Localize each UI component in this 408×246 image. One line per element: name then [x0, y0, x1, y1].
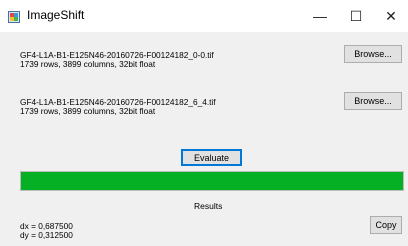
minimize-icon: — — [313, 8, 327, 24]
maximize-icon: ☐ — [349, 7, 363, 24]
browse-file1-button[interactable]: Browse... — [344, 45, 402, 63]
minimize-button[interactable]: — — [302, 0, 338, 32]
results-label: Results — [194, 201, 223, 211]
app-icon — [8, 10, 20, 23]
title-bar[interactable]: ImageShift — ☐ ✕ — [0, 0, 408, 32]
progress-bar — [20, 171, 404, 191]
window-title: ImageShift — [27, 8, 85, 22]
copy-button[interactable]: Copy — [370, 216, 402, 234]
file2-info: 1739 rows, 3899 columns, 32bit float — [20, 106, 156, 116]
evaluate-button[interactable]: Evaluate — [181, 149, 242, 166]
close-button[interactable]: ✕ — [374, 0, 408, 32]
imageshift-window: ImageShift — ☐ ✕ GF4-L1A-B1-E125N46-2016… — [0, 0, 408, 246]
maximize-button[interactable]: ☐ — [338, 0, 374, 32]
progress-fill — [21, 172, 403, 190]
file1-info: 1739 rows, 3899 columns, 32bit float — [20, 59, 156, 69]
result-dy: dy = 0,312500 — [20, 230, 73, 240]
browse-file2-button[interactable]: Browse... — [344, 92, 402, 110]
close-icon: ✕ — [385, 7, 397, 24]
